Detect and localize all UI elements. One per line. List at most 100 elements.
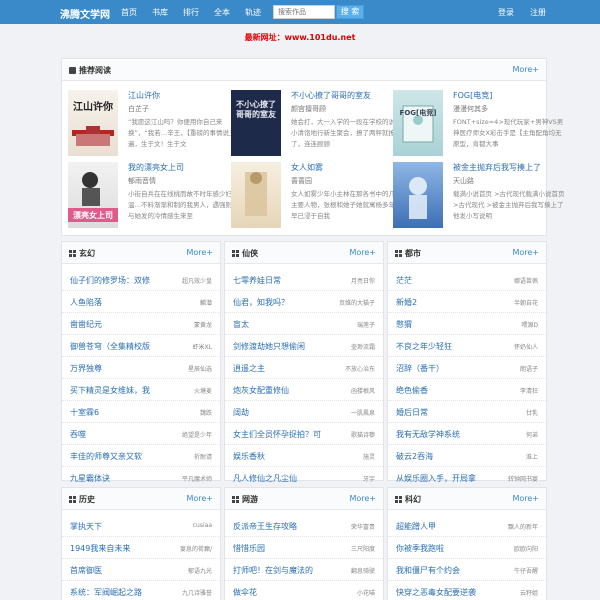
book-row[interactable]: 女主们全员怀孕捉拍？可 歌猫诗藜 bbox=[225, 423, 383, 445]
book-title-link[interactable]: 炮灰女配重修仙 bbox=[233, 385, 289, 396]
book-cover[interactable]: FOG[电竞] bbox=[393, 90, 443, 156]
book-row[interactable]: 快穿之恶毒女配要逆袭 云籽姐 bbox=[388, 581, 546, 600]
book-row[interactable]: 首席御医 郁语九光 bbox=[62, 559, 220, 581]
book-title-link[interactable]: 从娱乐圈入手，开局拿 bbox=[396, 473, 476, 484]
book-cover[interactable]: 江山许你 bbox=[68, 90, 118, 156]
book-title-link[interactable]: 仙君，知我吗？ bbox=[233, 297, 289, 308]
book-row[interactable]: 婚后日常 廿乳 bbox=[388, 401, 546, 423]
book-row[interactable]: 打师吧！在剑与魔法的 翻息骑驶 bbox=[225, 559, 383, 581]
book-title-link[interactable]: 婚后日常 bbox=[396, 407, 428, 418]
book-row[interactable]: 做伞花 小花喵 bbox=[225, 581, 383, 600]
nav-home[interactable]: 首页 bbox=[121, 7, 137, 18]
book-row[interactable]: 御兽苍穹（全集精校版 虾米XL bbox=[62, 335, 220, 357]
category-more-link[interactable]: More+ bbox=[349, 248, 376, 257]
nav-library[interactable]: 书库 bbox=[152, 7, 168, 18]
book-title-link[interactable]: 七零养娃日常 bbox=[233, 275, 281, 286]
book-title-link[interactable]: 盲太 bbox=[233, 319, 249, 330]
book-row[interactable]: 惜惜乐园 三尺阳度 bbox=[225, 537, 383, 559]
book-cover[interactable]: 不小心撩了哥哥的室友 bbox=[231, 90, 281, 156]
book-row[interactable]: 反派帝王生存攻略 荣华富贵 bbox=[225, 515, 383, 537]
book-row[interactable]: 吞噬 绝望是少年 bbox=[62, 423, 220, 445]
book-title-link[interactable]: 万界独尊 bbox=[70, 363, 102, 374]
book-title-link[interactable]: 憋猬 bbox=[396, 319, 412, 330]
book-title-link[interactable]: 打师吧！在剑与魔法的 bbox=[233, 565, 313, 576]
book-title-link[interactable]: 阔劫 bbox=[233, 407, 249, 418]
book-title-link[interactable]: 系统：军阀崛起之路 bbox=[70, 587, 142, 598]
book-row[interactable]: 阔劫 一肌鳳泉 bbox=[225, 401, 383, 423]
category-more-link[interactable]: More+ bbox=[186, 494, 213, 503]
book-row[interactable]: 绝色偷香 李清狂 bbox=[388, 379, 546, 401]
book-title[interactable]: FOG[电竞] bbox=[453, 90, 492, 101]
book-row[interactable]: 系统：军阀崛起之路 九几诗雅誉 bbox=[62, 581, 220, 600]
book-title-link[interactable]: 十室霖6 bbox=[70, 407, 99, 418]
book-row[interactable]: 剑修渡劫她只想偷闲 壶渺流霜 bbox=[225, 335, 383, 357]
book-title-link[interactable]: 首席御医 bbox=[70, 565, 102, 576]
book-title-link[interactable]: 沼辞（番干） bbox=[396, 363, 444, 374]
book-row[interactable]: 七零养娃日常 月亮日你 bbox=[225, 269, 383, 291]
book-title-link[interactable]: 掌执天下 bbox=[70, 521, 102, 532]
book-row[interactable]: 盲太 瑞莲子 bbox=[225, 313, 383, 335]
book-title[interactable]: 我的漂亮女上司 bbox=[128, 162, 184, 173]
book-row[interactable]: 仙君，知我吗？ 页维的大猫子 bbox=[225, 291, 383, 313]
register-link[interactable]: 注册 bbox=[530, 7, 546, 18]
login-link[interactable]: 登录 bbox=[498, 7, 514, 18]
search-input[interactable] bbox=[273, 5, 335, 19]
book-row[interactable]: 憋猬 喂源D bbox=[388, 313, 546, 335]
category-more-link[interactable]: More+ bbox=[512, 494, 539, 503]
book-row[interactable]: 掌执天下 cusiaa bbox=[62, 515, 220, 537]
book-title-link[interactable]: 快穿之恶毒女配要逆袭 bbox=[396, 587, 476, 598]
book-title[interactable]: 被金主抛弃后我写揍上了 bbox=[453, 162, 541, 173]
recommend-item[interactable]: 江山许你 江山许你 白芷子 “我愿这江山吗？你便用你自己来换”，“我若…辛王，【… bbox=[68, 90, 238, 158]
book-title-link[interactable]: 凡人修仙之凡尘仙 bbox=[233, 473, 297, 484]
book-title-link[interactable]: 不良之年少轻狂 bbox=[396, 341, 452, 352]
book-title-link[interactable]: 女主们全员怀孕捉拍？可 bbox=[233, 429, 321, 440]
book-title-link[interactable]: 剑修渡劫她只想偷闲 bbox=[233, 341, 305, 352]
book-row[interactable]: 沼辞（番干） 朗语子 bbox=[388, 357, 546, 379]
recommend-item[interactable]: 漂亮女上司 我的漂亮女上司 郁雨音情 小街自兵在在线桃而故不时年感少妇纳温…不料… bbox=[68, 162, 239, 230]
book-row[interactable]: 凿凿纪元 蒙黄龙 bbox=[62, 313, 220, 335]
recommend-item[interactable]: 女人如雾 蔷蔷园 女人如雾少年小主林在那各书中的几位主要人物，张根和她子她就寓杨… bbox=[231, 162, 402, 230]
book-title-link[interactable]: 我有无敌学神系统 bbox=[396, 429, 460, 440]
search-button[interactable]: 搜 索 bbox=[336, 5, 364, 19]
book-title-link[interactable]: 仙子们的修罗场：双修 bbox=[70, 275, 150, 286]
book-title-link[interactable]: 逍遥之主 bbox=[233, 363, 265, 374]
category-more-link[interactable]: More+ bbox=[512, 248, 539, 257]
book-cover[interactable] bbox=[231, 162, 281, 228]
book-row[interactable]: 你被季我跑啦 欧欧向阳 bbox=[388, 537, 546, 559]
book-title[interactable]: 不小心撩了哥哥的室友 bbox=[291, 90, 371, 101]
book-row[interactable]: 买下精灵是女维妹，我 火塘麦 bbox=[62, 379, 220, 401]
book-row[interactable]: 新婚2 半朝自花 bbox=[388, 291, 546, 313]
book-cover[interactable] bbox=[393, 162, 443, 228]
book-title-link[interactable]: 新婚2 bbox=[396, 297, 417, 308]
book-row[interactable]: 万界独尊 星辰仙选 bbox=[62, 357, 220, 379]
nav-history[interactable]: 轨迹 bbox=[245, 7, 261, 18]
book-row[interactable]: 十室霖6 魏跌 bbox=[62, 401, 220, 423]
category-more-link[interactable]: More+ bbox=[186, 248, 213, 257]
book-title-link[interactable]: 1949我来自未来 bbox=[70, 543, 130, 554]
book-title[interactable]: 女人如雾 bbox=[291, 162, 323, 173]
book-title-link[interactable]: 娱乐香秋 bbox=[233, 451, 265, 462]
site-logo[interactable]: 沸腾文学网 bbox=[60, 6, 110, 21]
book-row[interactable]: 我有无敌学神系统 何弟 bbox=[388, 423, 546, 445]
book-row[interactable]: 破云2吞海 淮上 bbox=[388, 445, 546, 467]
book-title-link[interactable]: 破云2吞海 bbox=[396, 451, 433, 462]
book-title-link[interactable]: 你被季我跑啦 bbox=[396, 543, 444, 554]
book-title-link[interactable]: 超能蹭人甲 bbox=[396, 521, 436, 532]
book-title-link[interactable]: 丰佳的师尊又亲又软 bbox=[70, 451, 142, 462]
book-row[interactable]: 仙子们的修罗场：双修 超凡效少皇 bbox=[62, 269, 220, 291]
book-title-link[interactable]: 反派帝王生存攻略 bbox=[233, 521, 297, 532]
book-title-link[interactable]: 买下精灵是女维妹，我 bbox=[70, 385, 150, 396]
book-row[interactable]: 我和僵尸有个约会 牛仔吾醒 bbox=[388, 559, 546, 581]
book-title[interactable]: 江山许你 bbox=[128, 90, 160, 101]
book-title-link[interactable]: 茫茫 bbox=[396, 275, 412, 286]
book-row[interactable]: 不良之年少轻狂 怀奶仙人 bbox=[388, 335, 546, 357]
book-row[interactable]: 超能蹭人甲 飘人的新年 bbox=[388, 515, 546, 537]
recommend-item[interactable]: 不小心撩了哥哥的室友 不小心撩了哥哥的室友 颜宫擅哥顾 她会打，大一入学的一段在… bbox=[231, 90, 402, 158]
nav-ranking[interactable]: 排行 bbox=[183, 7, 199, 18]
book-row[interactable]: 从娱乐圈入手，开局拿 转钟网书宴 bbox=[388, 467, 546, 489]
book-title-link[interactable]: 惜惜乐园 bbox=[233, 543, 265, 554]
recommend-item[interactable]: 被金主抛弃后我写揍上了 天山路 载满小说首页 >古代现代载满小说首页 >古代现代… bbox=[393, 162, 565, 230]
book-title-link[interactable]: 九星霸体诀 bbox=[70, 473, 110, 484]
book-row[interactable]: 凡人修仙之凡尘仙 牙宇 bbox=[225, 467, 383, 489]
book-row[interactable]: 丰佳的师尊又亲又软 折耐请 bbox=[62, 445, 220, 467]
